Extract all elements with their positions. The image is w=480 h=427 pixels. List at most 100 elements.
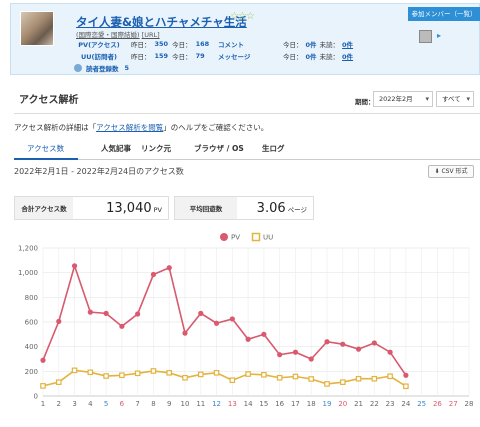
pv-data-point <box>213 320 220 326</box>
uu-data-point <box>166 370 173 376</box>
x-tick-label: 13 <box>228 400 237 408</box>
uu-data-point <box>87 369 94 376</box>
pv-data-point <box>103 310 109 316</box>
uu-data-point <box>229 377 236 384</box>
pv-label: PV(アクセス) <box>78 40 120 49</box>
uu-data-point <box>276 374 283 381</box>
month-select[interactable]: 2022年2月 <box>373 91 433 107</box>
x-tick-label: 17 <box>291 400 300 408</box>
y-tick-label: 200 <box>25 368 38 376</box>
x-tick-label: 4 <box>88 400 93 408</box>
uu-data-point <box>308 376 315 382</box>
pv-data-point <box>166 265 172 271</box>
x-tick-label: 11 <box>196 400 205 408</box>
pv-data-point <box>71 263 78 269</box>
legend-uu-marker <box>251 232 261 242</box>
total-access-value: 13,040 PV <box>73 201 168 216</box>
x-tick-label: 9 <box>167 400 171 408</box>
x-tick-label: 21 <box>354 400 363 408</box>
csv-download-button[interactable]: ⬇ CSV 形式 <box>428 165 474 178</box>
period-label: 期間： <box>355 98 375 106</box>
uu-yesterday-label: 昨日： <box>131 52 151 61</box>
x-tick-label: 26 <box>433 400 442 408</box>
access-line-chart: 02004006008001,0001,2001 2 3 4 5 6 7 8 9 10 11 12 13… <box>18 232 473 408</box>
x-tick-label: 16 <box>275 400 284 408</box>
pv-data-point <box>87 309 93 315</box>
x-tick-label: 7 <box>135 400 139 408</box>
uu-data-point <box>261 371 267 378</box>
date-range-text: 2022年2月1日 - 2022年2月24日のアクセス数 <box>14 167 184 176</box>
scope-select[interactable]: すべて <box>436 91 474 107</box>
readers-row: 読者登録数 5 <box>74 62 129 73</box>
readers-value: 5 <box>124 63 130 72</box>
x-tick-label: 27 <box>449 400 458 408</box>
x-tick-label: 12 <box>212 400 221 408</box>
pv-data-point <box>198 310 204 316</box>
pv-today-value: 168 <box>195 39 210 48</box>
help-link[interactable]: アクセス解析を閲覧 <box>96 123 163 132</box>
x-tick-label: 23 <box>386 400 395 408</box>
avg-pageview-box: 平均回遊数 3.06 ページ <box>174 196 314 220</box>
x-tick-label: 3 <box>72 400 76 408</box>
help-text-prefix: アクセス解析の詳細は「 <box>14 123 97 132</box>
uu-data-point <box>355 375 362 382</box>
pv-data-point <box>371 340 377 346</box>
uu-yesterday-value: 159 <box>154 51 169 60</box>
total-access-box: 合計アクセス数 13,040 PV <box>14 196 169 220</box>
rank-stars-icon: ☆☆☆ <box>230 11 255 22</box>
readers-label: 読者登録数 <box>86 64 119 73</box>
pv-data-point <box>403 372 409 378</box>
member-list-button[interactable]: 参加メンバー（一覧） <box>408 7 480 21</box>
uu-data-point <box>197 371 204 378</box>
uu-data-point <box>403 383 409 390</box>
section-title: アクセス解析 <box>19 95 79 106</box>
next-member-arrow-icon[interactable]: ▸ <box>437 31 441 40</box>
analytics-tabs: アクセス数 人気記事 リンク元 ブラウザ / OS 生ログ <box>14 138 480 160</box>
help-text: アクセス解析の詳細は「アクセス解析を閲覧」のヘルプをご確認ください。 <box>14 122 268 133</box>
pv-stat-row: PV(アクセス) 昨日： 350 今日： 168 <box>71 38 209 49</box>
x-tick-label: 22 <box>370 400 379 408</box>
message-today-value: 0件 <box>305 52 317 61</box>
pv-data-point <box>119 323 125 329</box>
x-tick-label: 6 <box>120 400 125 408</box>
tab-popular-articles[interactable]: 人気記事 <box>101 143 131 154</box>
tab-access-count[interactable]: アクセス数 <box>27 143 64 154</box>
message-unread-link[interactable]: 0件 <box>342 51 353 61</box>
comment-today-value: 0件 <box>305 40 317 49</box>
uu-today-label: 今日： <box>172 52 192 61</box>
uu-data-point <box>292 373 299 380</box>
divider <box>14 113 480 114</box>
message-label: メッセージ <box>218 52 251 61</box>
blog-title-link[interactable]: タイ人妻&娘とハチャメチャ生活 <box>76 14 247 30</box>
x-tick-label: 20 <box>338 400 347 408</box>
help-text-suffix: 」のヘルプをご確認ください。 <box>163 123 269 132</box>
pv-data-point <box>340 341 346 347</box>
x-tick-label: 19 <box>323 400 332 408</box>
member-avatar[interactable] <box>419 30 432 43</box>
uu-data-point <box>103 373 109 379</box>
uu-data-point <box>339 379 346 385</box>
pv-data-point <box>229 316 235 322</box>
comment-unread-link[interactable]: 0件 <box>342 39 353 49</box>
avg-pageview-number: 3.06 <box>256 200 286 216</box>
uu-series-line <box>42 369 407 387</box>
tab-browser-os[interactable]: ブラウザ / OS <box>194 143 244 154</box>
uu-data-point <box>134 370 141 377</box>
pv-data-point <box>150 271 157 278</box>
pv-data-point <box>245 336 251 342</box>
pv-data-point <box>56 318 62 324</box>
pv-data-point <box>324 339 330 345</box>
uu-data-point <box>40 383 46 389</box>
tab-raw-log[interactable]: 生ログ <box>262 143 285 154</box>
y-tick-label: 800 <box>25 294 38 302</box>
x-tick-label: 15 <box>259 400 268 408</box>
uu-data-point <box>213 370 220 376</box>
message-row: メッセージ 今日： 0件 未読： 0件 <box>218 50 353 61</box>
pv-yesterday-value: 350 <box>154 39 169 48</box>
pv-today-label: 今日： <box>172 40 192 49</box>
x-tick-label: 18 <box>307 400 316 408</box>
x-tick-label: 14 <box>244 400 253 408</box>
pv-data-point <box>292 349 299 355</box>
blog-avatar[interactable] <box>20 11 54 46</box>
tab-referrers[interactable]: リンク元 <box>141 143 171 154</box>
